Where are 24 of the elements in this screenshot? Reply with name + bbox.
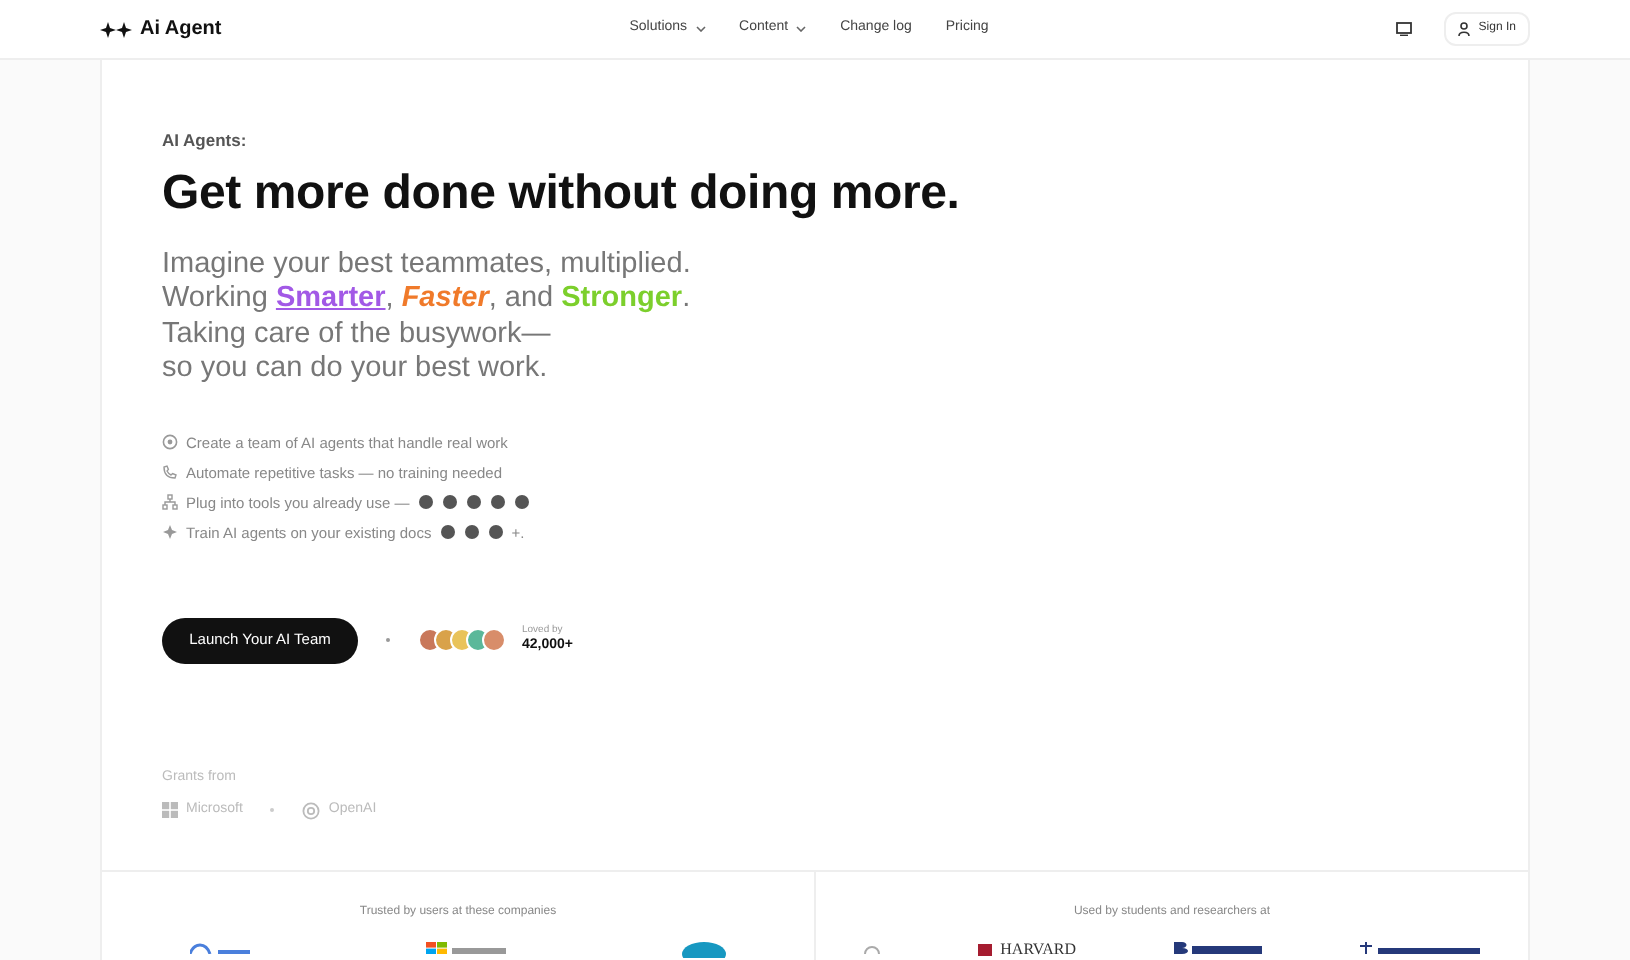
windows-logo-icon [162,802,178,819]
separator-dot [386,638,390,643]
target-icon [162,434,178,451]
sparkle-icon [162,524,178,541]
wordmark-icon [190,942,250,954]
network-icon [162,494,178,511]
sparkle-icon [100,21,132,37]
hero-paragraph: Imagine your best teammates, multiplied. Working Smarter, Faster, and Stronger. Taking care of the busywork— so you can do your best work. [162,247,693,388]
crest-wordmark-icon [1359,942,1480,954]
university-name: HARVARD [1000,942,1077,958]
user-icon [1458,22,1471,36]
monitor-icon[interactable] [1396,22,1413,36]
shield-icon [978,944,993,956]
avatar [482,628,506,653]
cloud-logo-icon [682,942,726,958]
ring-icon [864,942,881,954]
windows-logo-icon [426,942,506,954]
eyebrow-label: AI Agents: [162,128,249,154]
knot-logo-icon [302,801,321,820]
wordmark-icon [1173,942,1262,954]
hero-title: Get more done without doing more. [162,165,962,224]
separator-dot [270,808,275,813]
brand-name[interactable]: Ai Agent [140,14,222,44]
phone-icon [162,464,178,481]
